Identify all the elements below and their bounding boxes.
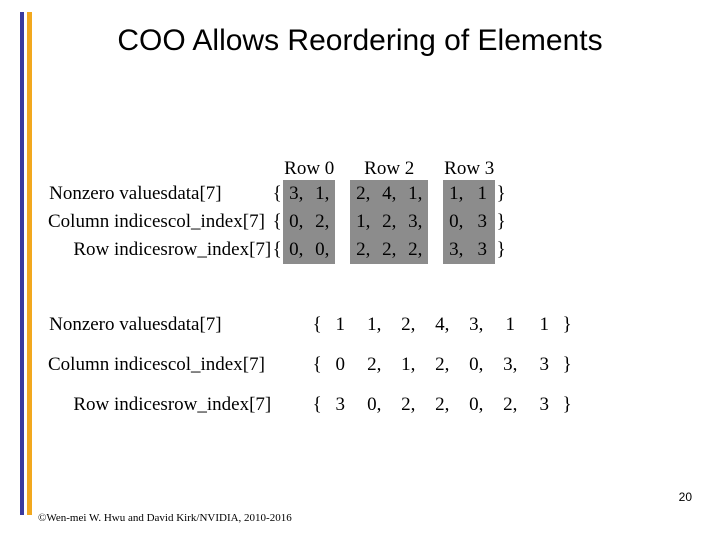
cell-value: 2, — [309, 208, 336, 236]
cell-value: 1, — [401, 354, 416, 375]
group-gap-2 — [428, 158, 443, 180]
spacer-close-brace — [495, 158, 507, 180]
table-row: Column indices col_index[7] { 0, 2, 1, 2… — [48, 208, 507, 236]
row-label-column-indices: Column indices — [48, 354, 168, 375]
cell-value: 2, — [376, 208, 403, 236]
row-var-row-index: row_index[7] — [167, 239, 272, 260]
table-row: Row indices row_index[7] { 3 0, 2, 2, 0,… — [48, 385, 573, 425]
row-var-col-index: col_index[7] — [167, 211, 265, 232]
cell-value: 4, — [376, 180, 403, 208]
cell-value: 1, — [367, 314, 382, 335]
cell-value: 1, — [443, 180, 470, 208]
cell-value: 3 — [469, 236, 496, 264]
cell-value: 3 — [539, 354, 549, 375]
cell-value: 2, — [435, 354, 450, 375]
footer-divider — [38, 531, 698, 532]
cell-value: 2, — [350, 180, 377, 208]
row-label-row-indices: Row indices — [73, 239, 168, 260]
group-gap — [335, 180, 350, 208]
cell-value: 3, — [402, 208, 429, 236]
open-brace: { — [312, 394, 322, 415]
row-label-nonzero-values: Nonzero values — [49, 183, 168, 204]
cell-value: 0, — [469, 354, 484, 375]
coo-reordered-table: Nonzero values data[7] { 1 1, 2, 4, 3, 1… — [48, 305, 573, 425]
row-var-row-index: row_index[7] — [167, 394, 272, 415]
cell-value: 2, — [401, 394, 416, 415]
close-brace: } — [496, 239, 506, 260]
row-label-nonzero-values: Nonzero values — [49, 314, 168, 335]
close-brace: } — [562, 354, 572, 375]
group-gap-1 — [335, 158, 350, 180]
cell-value: 0, — [309, 236, 336, 264]
row-label-row-indices: Row indices — [73, 394, 168, 415]
page-number: 20 — [678, 490, 692, 504]
open-brace: { — [272, 239, 282, 260]
cell-value: 0, — [283, 208, 310, 236]
group-header-row3: Row 3 — [444, 158, 495, 179]
row-var-data: data[7] — [167, 314, 222, 335]
group-header-row: Row 0 Row 2 Row 3 — [48, 158, 507, 180]
open-brace: { — [312, 314, 322, 335]
sidebar-decorative-rules — [0, 0, 40, 540]
cell-value: 0, — [283, 236, 310, 264]
cell-value: 0, — [469, 394, 484, 415]
cell-value: 2, — [435, 394, 450, 415]
row-var-data: data[7] — [167, 183, 222, 204]
table-row: Nonzero values data[7] { 3, 1, 2, 4, 1, … — [48, 180, 507, 208]
open-brace: { — [312, 354, 322, 375]
cell-value: 1 — [335, 314, 345, 335]
cell-value: 1, — [350, 208, 377, 236]
cell-value: 3, — [443, 236, 470, 264]
cell-value: 1, — [309, 180, 336, 208]
table-row: Row indices row_index[7] { 0, 0, 2, 2, 2… — [48, 236, 507, 264]
close-brace: } — [496, 183, 506, 204]
row-label-column-indices: Column indices — [48, 211, 168, 232]
group-header-row0: Row 0 — [284, 158, 335, 179]
cell-value: 3, — [503, 354, 518, 375]
spacer-desc — [48, 158, 168, 180]
group-gap — [335, 236, 350, 264]
cell-value: 2, — [376, 236, 403, 264]
cell-value: 1 — [539, 314, 549, 335]
cell-value: 3, — [283, 180, 310, 208]
cell-value: 1, — [402, 180, 429, 208]
cell-value: 2, — [402, 236, 429, 264]
coo-grouped-table: Row 0 Row 2 Row 3 Nonzero values data[7]… — [48, 158, 507, 264]
open-brace: { — [272, 211, 282, 232]
cell-value: 3, — [469, 314, 484, 335]
cell-value: 1 — [469, 180, 496, 208]
close-brace: } — [562, 394, 572, 415]
page-title: COO Allows Reordering of Elements — [117, 24, 603, 57]
table-row: Nonzero values data[7] { 1 1, 2, 4, 3, 1… — [48, 305, 573, 345]
close-brace: } — [496, 211, 506, 232]
group-gap — [428, 180, 443, 208]
cell-value: 2, — [350, 236, 377, 264]
orange-accent-bar — [27, 12, 32, 515]
cell-value: 3 — [539, 394, 549, 415]
group-header-row2: Row 2 — [364, 158, 415, 179]
row-var-col-index: col_index[7] — [167, 354, 265, 375]
table-row: Column indices col_index[7] { 0 2, 1, 2,… — [48, 345, 573, 385]
group-gap — [428, 236, 443, 264]
group-gap — [335, 208, 350, 236]
cell-value: 2, — [367, 354, 382, 375]
spacer-brace — [271, 158, 283, 180]
cell-value: 2, — [503, 394, 518, 415]
cell-value: 0, — [443, 208, 470, 236]
cell-value: 0 — [335, 354, 345, 375]
cell-value: 3 — [469, 208, 496, 236]
cell-value: 3 — [335, 394, 345, 415]
open-brace: { — [272, 183, 282, 204]
cell-value: 0, — [367, 394, 382, 415]
copyright-notice: ©Wen-mei W. Hwu and David Kirk/NVIDIA, 2… — [38, 512, 292, 524]
close-brace: } — [562, 314, 572, 335]
group-gap — [428, 208, 443, 236]
spacer-var — [168, 158, 271, 180]
cell-value: 2, — [401, 314, 416, 335]
cell-value: 1 — [505, 314, 515, 335]
blue-accent-bar — [20, 12, 24, 515]
cell-value: 4, — [435, 314, 450, 335]
